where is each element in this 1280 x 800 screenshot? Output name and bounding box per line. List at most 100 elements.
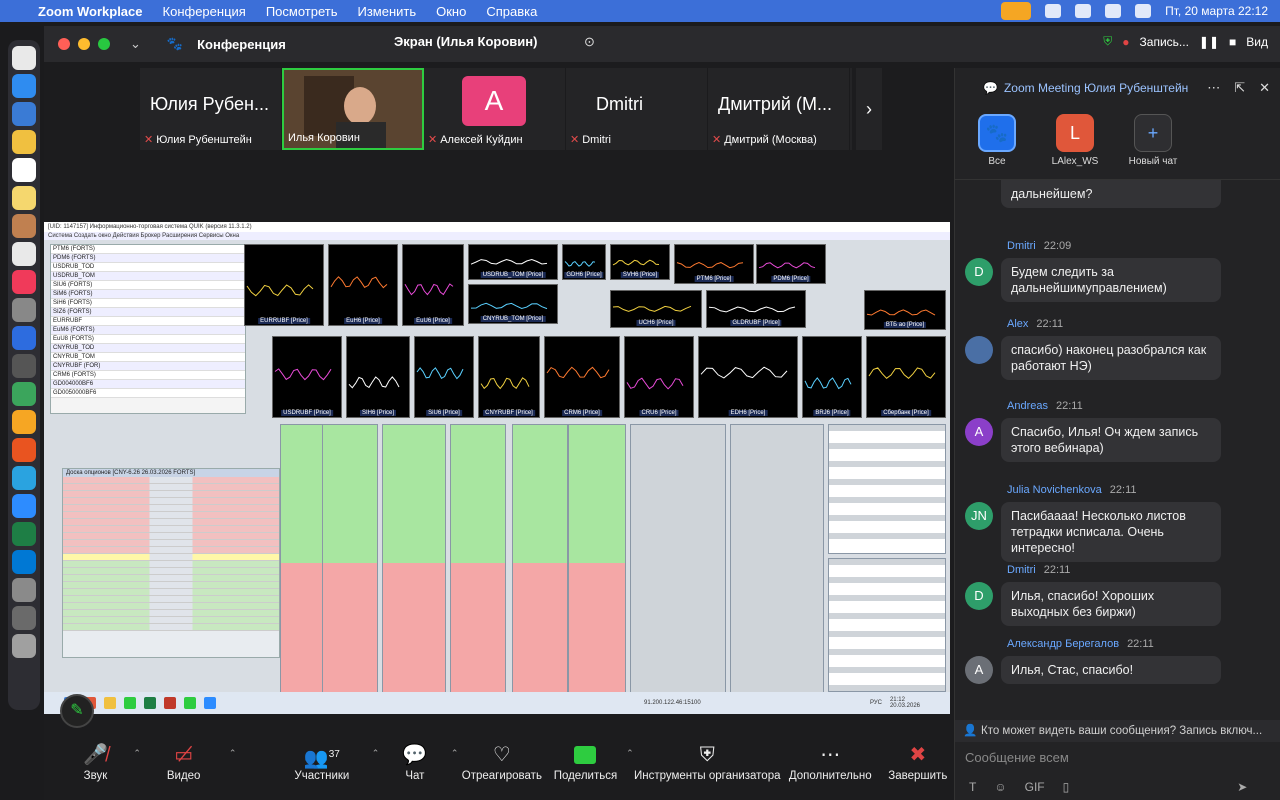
order-book[interactable] [568,424,626,694]
excel-icon[interactable] [12,522,36,546]
price-chart[interactable]: EuH6 [Price] [328,244,398,326]
visibility-notice[interactable]: 👤 Кто может видеть ваши сообщения? Запис… [955,720,1280,742]
participant-tile[interactable]: A ✕ Алексей Куйдин [424,68,566,150]
table-row[interactable] [63,526,279,533]
meeting-label[interactable]: Конференция [197,37,286,52]
taskbar-clock[interactable]: 21:12 20.03.2026 [890,697,950,709]
table-row[interactable] [63,596,279,603]
table-row[interactable]: EuU8 (FORTS) [51,335,245,344]
sender-avatar[interactable]: D [965,582,993,610]
recording-label[interactable]: Запись... [1140,35,1189,49]
telegram-icon[interactable] [12,466,36,490]
preview-icon[interactable] [12,578,36,602]
price-chart[interactable]: EURRUBF [Price] [244,244,324,326]
windows-icon[interactable] [12,550,36,574]
menu-app-name[interactable]: Zoom Workplace [28,4,153,19]
order-book[interactable] [382,424,446,694]
video-button[interactable]: ▭̸ Видео ⌃ [147,740,237,782]
table-row[interactable]: CRM6 (FORTS) [51,371,245,380]
emoji-icon[interactable]: ☺ [994,780,1006,794]
screenshot-icon[interactable] [12,606,36,630]
price-chart[interactable]: UCH6 [Price] [610,290,702,328]
trash-icon[interactable] [12,634,36,658]
price-chart[interactable]: CRU6 [Price] [624,336,694,418]
zoom-dock-icon[interactable] [12,494,36,518]
table-row[interactable] [63,505,279,512]
sender-name[interactable]: Andreas 22:11 [1007,400,1083,412]
table-row[interactable] [63,554,279,561]
pause-icon[interactable]: ❚❚ [1199,35,1219,49]
menu-item-view[interactable]: Посмотреть [256,4,348,19]
sender-avatar[interactable]: JN [965,502,993,530]
sender-name[interactable]: Dmitri 22:09 [1007,240,1071,252]
table-row[interactable] [63,540,279,547]
more-options-icon[interactable]: ⋯ [1207,80,1220,96]
table-row[interactable] [63,582,279,589]
participant-tile[interactable]: Юлия Рубен... ✕ Юлия Рубенштейн [140,68,282,150]
order-book[interactable] [450,424,506,694]
zoom-tray-icon[interactable] [1045,4,1062,18]
settings-icon[interactable] [12,298,36,322]
contacts-icon[interactable] [12,214,36,238]
order-book-row[interactable] [829,545,945,551]
minimize-window-icon[interactable] [78,38,90,50]
table-row[interactable] [63,491,279,498]
taskbar-app-icon[interactable] [104,697,116,709]
close-icon[interactable]: ✕ [1259,80,1270,96]
mic-status-icon[interactable] [1001,2,1032,20]
table-row[interactable]: CNYRUB_TOD [51,344,245,353]
music-icon[interactable] [12,270,36,294]
order-book[interactable] [322,424,378,694]
sender-name[interactable]: Dmitri 22:11 [1007,564,1070,576]
grid-tray-icon[interactable] [1075,4,1092,18]
table-row[interactable] [63,533,279,540]
chevron-up-icon[interactable]: ⌃ [626,748,634,759]
chat-tab-new[interactable]: + Новый чат [1125,108,1181,179]
close-window-icon[interactable] [58,38,70,50]
chat-title[interactable]: Zoom Meeting Юлия Рубенштейн [1004,81,1188,95]
price-chart[interactable]: EuU6 [Price] [402,244,464,326]
sender-avatar[interactable]: D [965,258,993,286]
sender-avatar[interactable] [965,336,993,364]
table-row[interactable] [63,603,279,610]
taskbar-app-icon[interactable] [164,697,176,709]
price-chart[interactable]: CNYRUBF [Price] [478,336,540,418]
order-book[interactable] [512,424,568,694]
chevron-up-icon[interactable]: ⌃ [451,748,459,759]
price-chart[interactable]: CNYRUB_TOM [Price] [468,284,558,324]
order-book[interactable] [730,424,824,694]
view-label[interactable]: Вид [1246,35,1268,49]
price-chart[interactable]: BRJ6 [Price] [802,336,862,418]
stop-icon[interactable]: ■ [1229,35,1236,49]
participant-tile[interactable]: Дмитрий (М... ✕ Дмитрий (Москва) [708,68,850,150]
screen-options-icon[interactable]: ⊙ [584,34,595,50]
table-row[interactable]: PDM6 (FORTS) [51,254,245,263]
chevron-up-icon[interactable]: ⌃ [229,748,237,759]
more-button[interactable]: ⋯ Дополнительно [789,740,872,782]
notes-icon[interactable] [12,186,36,210]
taskbar-app-icon[interactable] [204,697,216,709]
table-row[interactable]: SiH6 (FORTS) [51,299,245,308]
table-row[interactable]: USDRUB_TOD [51,263,245,272]
calculator-icon[interactable] [12,354,36,378]
order-book[interactable] [630,424,726,694]
wifi-icon[interactable] [1105,4,1122,18]
chevron-down-icon[interactable]: ⌄ [130,36,141,52]
browser-icon[interactable] [12,438,36,462]
taskbar-app-icon[interactable] [184,697,196,709]
table-row[interactable] [63,519,279,526]
order-book[interactable] [828,558,946,692]
chevron-up-icon[interactable]: ⌃ [133,748,141,759]
gif-icon[interactable]: GIF [1025,780,1045,794]
menu-item-help[interactable]: Справка [476,4,547,19]
table-row[interactable] [63,498,279,505]
order-book-row[interactable] [829,685,945,691]
taskbar-app-icon[interactable] [124,697,136,709]
popout-icon[interactable]: ⇱ [1234,80,1245,96]
price-chart[interactable]: EDH6 [Price] [698,336,798,418]
chat-tab-lalex[interactable]: L LAlex_WS [1047,108,1103,179]
table-row[interactable]: EuM6 (FORTS) [51,326,245,335]
reminders-icon[interactable] [12,242,36,266]
price-chart[interactable]: USDRUB_TOM [Price] [468,244,558,280]
taskbar-lang[interactable]: РУС [870,700,882,706]
